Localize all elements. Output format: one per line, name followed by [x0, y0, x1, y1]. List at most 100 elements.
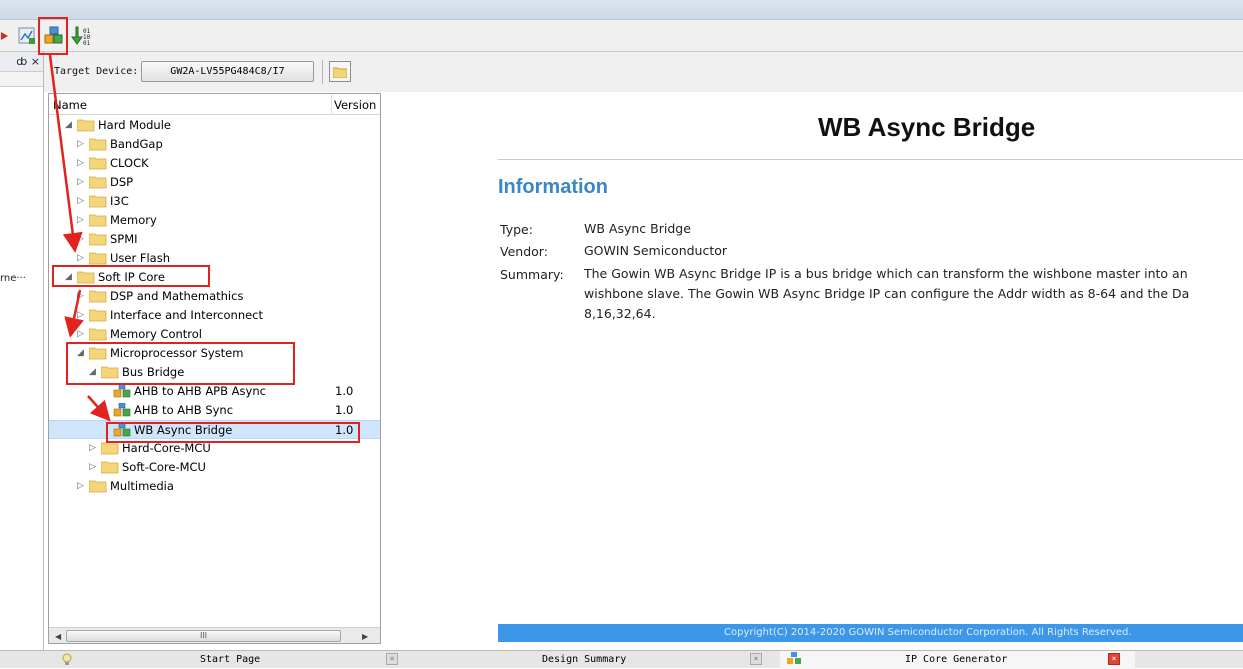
tab-design-summary[interactable]: Design Summary × [407, 651, 777, 669]
toolbar-divider [322, 60, 323, 84]
tree-row-version: 1.0 [335, 403, 354, 417]
expand-arrow-icon[interactable]: ▷ [77, 234, 84, 244]
tree-row[interactable]: ▷ I3C [49, 192, 380, 211]
tree-row-label: AHB to AHB APB Async [134, 384, 266, 398]
svg-text:01: 01 [83, 40, 91, 46]
expand-arrow-icon[interactable]: ▷ [77, 215, 84, 225]
folder-icon [88, 289, 107, 306]
document-tabs: Start Page × Design Summary × IP Core Ge… [0, 650, 1243, 669]
close-icon[interactable]: × [750, 653, 762, 665]
expand-arrow-icon[interactable]: ▷ [89, 462, 96, 472]
folder-icon [333, 67, 347, 78]
scroll-left-arrow-icon[interactable]: ◀ [55, 632, 61, 641]
expand-arrow-icon[interactable]: ▷ [77, 253, 84, 263]
expand-arrow-icon[interactable]: ▷ [77, 291, 84, 301]
tree-row-label: User Flash [110, 251, 171, 265]
tree-row[interactable]: ◢ Microprocessor System [49, 344, 380, 363]
target-device-label: Target Device: [54, 66, 139, 77]
expand-arrow-icon[interactable]: ▷ [77, 158, 84, 168]
main-toolbar: 01 10 01 [0, 20, 1243, 52]
tree-row[interactable]: ▷ CLOCK [49, 154, 380, 173]
vendor-label: Vendor: [500, 244, 548, 259]
column-name[interactable]: Name [53, 98, 87, 112]
title-strip [0, 0, 1243, 20]
expand-arrow-icon[interactable]: ▷ [77, 329, 84, 339]
target-device-field[interactable]: GW2A-LV55PG484C8/I7 [141, 61, 314, 82]
tree-row-version: 1.0 [335, 384, 354, 398]
tree-row[interactable]: ▷ Interface and Interconnect [49, 306, 380, 325]
ip-core-icon [113, 383, 131, 402]
tree-row[interactable]: AHB to AHB APB Async 1.0 [49, 382, 380, 401]
column-divider[interactable] [331, 94, 332, 115]
scroll-thumb[interactable]: III [66, 630, 341, 642]
target-device-bar: Target Device: GW2A-LV55PG484C8/I7 [44, 52, 1243, 92]
tree-row[interactable]: ▷ Multimedia [49, 477, 380, 496]
tree-row[interactable]: ▷ User Flash [49, 249, 380, 268]
folder-icon [88, 346, 107, 363]
close-icon[interactable]: × [1108, 653, 1120, 665]
collapse-arrow-icon[interactable]: ◢ [77, 348, 84, 358]
tree-row-label: Microprocessor System [110, 346, 244, 360]
information-heading: Information [498, 176, 608, 198]
ip-title: WB Async Bridge [818, 112, 1036, 142]
tree-row-label: CLOCK [110, 156, 149, 170]
expand-arrow-icon[interactable]: ▷ [77, 139, 84, 149]
tree-row-label: Bus Bridge [122, 365, 185, 379]
horizontal-scrollbar[interactable]: ◀ III ▶ [49, 627, 380, 643]
ip-core-generator-icon[interactable] [41, 24, 67, 48]
tab-ip-core-generator[interactable]: IP Core Generator × [780, 651, 1135, 669]
tree-row-label: SPMI [110, 232, 138, 246]
download-bits-icon[interactable]: 01 10 01 [70, 24, 92, 48]
summary-line-2: wishbone slave. The Gowin WB Async Bridg… [584, 286, 1190, 301]
tree-row[interactable]: ▷ DSP and Mathemathics [49, 287, 380, 306]
left-panel-body: rne··· [0, 86, 43, 650]
tree-row[interactable]: ▷ SPMI [49, 230, 380, 249]
browse-folder-button[interactable] [329, 61, 351, 82]
lightbulb-icon [62, 653, 72, 665]
tree-row[interactable]: ▷ BandGap [49, 135, 380, 154]
tree-row[interactable]: ▷ Hard-Core-MCU [49, 439, 380, 458]
folder-icon [100, 441, 119, 458]
copyright-footer: Copyright(C) 2014-2020 GOWIN Semiconduct… [498, 624, 1243, 642]
expand-arrow-icon[interactable]: ▷ [77, 310, 84, 320]
tab-start-page[interactable]: Start Page × [48, 651, 400, 669]
tree-row-label: BandGap [110, 137, 163, 151]
tree-row[interactable]: ▷ Memory Control [49, 325, 380, 344]
tree-row[interactable]: ◢ Bus Bridge [49, 363, 380, 382]
tree-row[interactable]: ◢ Hard Module [49, 116, 380, 135]
tree-row[interactable]: ▷ Memory [49, 211, 380, 230]
tree-row[interactable]: AHB to AHB Sync 1.0 [49, 401, 380, 420]
tree-row[interactable]: ▷ DSP [49, 173, 380, 192]
tab-label: IP Core Generator [905, 654, 1008, 665]
tree-row-label: I3C [110, 194, 129, 208]
expand-arrow-icon[interactable]: ▷ [77, 196, 84, 206]
tree-row-label: DSP and Mathemathics [110, 289, 244, 303]
tree-row[interactable]: WB Async Bridge 1.0 [49, 420, 380, 439]
tab-label: Start Page [200, 654, 261, 665]
close-icon[interactable]: × [386, 653, 398, 665]
title-divider [498, 159, 1243, 160]
collapse-arrow-icon[interactable]: ◢ [89, 367, 96, 377]
column-version[interactable]: Version [334, 98, 376, 112]
tree-row-label: DSP [110, 175, 134, 189]
collapse-arrow-icon[interactable]: ◢ [65, 272, 72, 282]
scroll-right-arrow-icon[interactable]: ▶ [362, 632, 368, 641]
folder-icon [88, 479, 107, 496]
ip-map-icon[interactable] [16, 24, 38, 48]
tree-row-label: Hard-Core-MCU [122, 441, 211, 455]
clipped-panel-text: rne··· [0, 273, 26, 284]
expand-arrow-icon[interactable]: ▷ [77, 177, 84, 187]
play-arrow-icon[interactable] [0, 24, 10, 48]
dock-controls[interactable]: ȸ × [0, 52, 43, 72]
left-dock-panel: ȸ × rne··· [0, 52, 44, 650]
tree-row-label: Hard Module [98, 118, 171, 132]
folder-icon [88, 308, 107, 325]
tab-label: Design Summary [542, 654, 627, 665]
expand-arrow-icon[interactable]: ▷ [77, 481, 84, 491]
tree-row-label: Memory Control [110, 327, 202, 341]
tree-row[interactable]: ▷ Soft-Core-MCU [49, 458, 380, 477]
collapse-arrow-icon[interactable]: ◢ [65, 120, 72, 130]
expand-arrow-icon[interactable]: ▷ [89, 443, 96, 453]
ip-core-icon [787, 652, 801, 664]
tree-row[interactable]: ◢ Soft IP Core [49, 268, 380, 287]
